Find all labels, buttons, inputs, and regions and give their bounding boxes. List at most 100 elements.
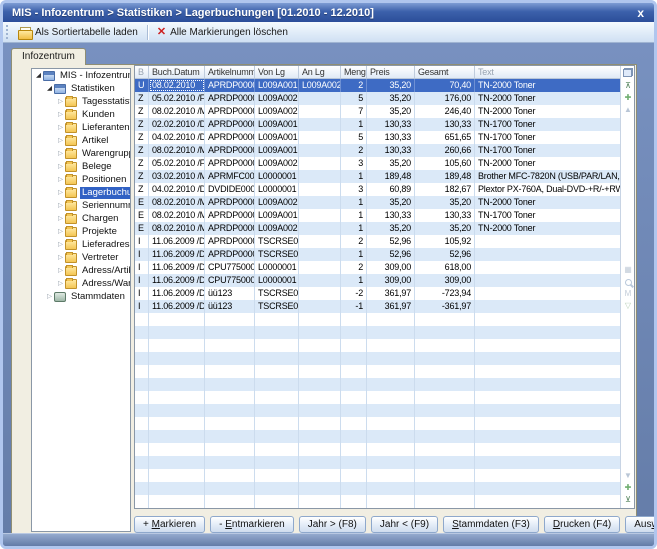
tree-item-adress-artikel[interactable]: ▷Adress/Artikel: [32, 264, 130, 277]
page-down-icon[interactable]: ▼: [621, 470, 635, 482]
empty-row[interactable]: [135, 417, 620, 430]
load-sort-table-button[interactable]: Als Sortiertabelle laden: [13, 24, 143, 41]
tree-item-adress-warengruppen[interactable]: ▷Adress/Warengruppen: [32, 277, 130, 290]
tree-item-belege[interactable]: ▷Belege: [32, 160, 130, 173]
tree-item-artikel[interactable]: ▷Artikel: [32, 134, 130, 147]
scroll-to-top-icon[interactable]: ⊼: [621, 80, 635, 92]
tree-item-positionen[interactable]: ▷Positionen: [32, 173, 130, 186]
entmarkieren-button[interactable]: - Entmarkieren: [210, 516, 294, 533]
empty-row[interactable]: [135, 443, 620, 456]
table-row[interactable]: Z04.02.2010 /DoDVDIDE00016L0000001360,89…: [135, 183, 620, 196]
table-row[interactable]: Z05.02.2010 /FrAPRDP00003L009A002335,201…: [135, 157, 620, 170]
jahr-zurueck-button[interactable]: Jahr < (F9): [371, 516, 438, 533]
table-row[interactable]: E08.02.2010 /MoAPRDP00003L009A002135,203…: [135, 222, 620, 235]
table-row[interactable]: I11.06.2009 /DoCPU77500007L00000011309,0…: [135, 274, 620, 287]
tree-item-chargen[interactable]: ▷Chargen: [32, 212, 130, 225]
empty-row[interactable]: [135, 313, 620, 326]
expand-icon[interactable]: ▷: [45, 290, 54, 303]
tree-item-lieferadressen[interactable]: ▷Lieferadressen: [32, 238, 130, 251]
column-header-menge[interactable]: Menge: [341, 66, 367, 78]
expand-icon[interactable]: ▷: [56, 173, 65, 186]
tree-item-statistiken[interactable]: ◢Statistiken: [32, 82, 130, 95]
scroll-to-bottom-icon[interactable]: ⊻: [621, 494, 635, 506]
empty-row[interactable]: [135, 469, 620, 482]
empty-row[interactable]: [135, 430, 620, 443]
table-row[interactable]: U08.02.2010APRDP00001L009A001L009A002235…: [135, 79, 620, 92]
empty-row[interactable]: [135, 391, 620, 404]
empty-row[interactable]: [135, 495, 620, 508]
empty-row[interactable]: [135, 456, 620, 469]
table-row[interactable]: Z02.02.2010 /DiAPRDP00002L009A0011130,33…: [135, 118, 620, 131]
table-row[interactable]: I11.06.2009 /Doüü123TSCRSE03-1361,97-361…: [135, 300, 620, 313]
table-row[interactable]: I11.06.2009 /DoAPRDP00004TSCRSE02252,961…: [135, 235, 620, 248]
column-header-an-lg[interactable]: An Lg: [299, 66, 341, 78]
table-row[interactable]: Z08.02.2010 /MoAPRDP00002L009A0012130,33…: [135, 144, 620, 157]
expand-icon[interactable]: ▷: [56, 199, 65, 212]
tree-item-vertreter[interactable]: ▷Vertreter: [32, 251, 130, 264]
auswertung-button[interactable]: Auswertung (Return): [625, 516, 657, 533]
expand-icon[interactable]: ▷: [56, 147, 65, 160]
empty-row[interactable]: [135, 339, 620, 352]
tree-item-mis-infozentrum[interactable]: ◢MIS - Infozentrum: [32, 69, 130, 82]
clear-marks-button[interactable]: ✕ Alle Markierungen löschen: [152, 24, 293, 41]
table-row[interactable]: Z03.02.2010 /MiAPRMFC00001L00000011189,4…: [135, 170, 620, 183]
table-row[interactable]: E08.02.2010 /MoAPRDP00001L009A002135,203…: [135, 196, 620, 209]
tab-infozentrum[interactable]: Infozentrum: [11, 48, 86, 65]
column-header-text[interactable]: Text: [475, 66, 620, 78]
empty-row[interactable]: [135, 326, 620, 339]
column-header-artikelnummer[interactable]: Artikelnummer: [205, 66, 255, 78]
close-icon[interactable]: x: [637, 7, 644, 19]
expand-icon[interactable]: ▷: [56, 251, 65, 264]
column-header-preis[interactable]: Preis: [367, 66, 415, 78]
tree-item-lieferanten[interactable]: ▷Lieferanten: [32, 121, 130, 134]
filter-icon[interactable]: ▽: [621, 300, 635, 312]
expand-icon[interactable]: ▷: [56, 160, 65, 173]
scroll-up-icon[interactable]: ✚: [621, 92, 635, 104]
column-header-von-lg[interactable]: Von Lg: [255, 66, 299, 78]
empty-row[interactable]: [135, 378, 620, 391]
empty-row[interactable]: [135, 352, 620, 365]
column-select-icon[interactable]: [623, 68, 633, 77]
expand-icon[interactable]: ▷: [56, 108, 65, 121]
collapse-icon[interactable]: ◢: [45, 82, 54, 95]
expand-icon[interactable]: ▷: [56, 264, 65, 277]
column-header-buch-datum[interactable]: Buch.Datum: [149, 66, 205, 78]
table-row[interactable]: Z04.02.2010 /DoAPRDP00002L009A0015130,33…: [135, 131, 620, 144]
jahr-vor-button[interactable]: Jahr > (F8): [299, 516, 366, 533]
tree-item-warengruppen[interactable]: ▷Warengruppen: [32, 147, 130, 160]
expand-icon[interactable]: ▷: [56, 186, 65, 199]
markieren-button[interactable]: + Markieren: [134, 516, 205, 533]
table-row[interactable]: I11.06.2009 /DoAPRDP00004TSCRSE02152,965…: [135, 248, 620, 261]
tree-item-seriennummern[interactable]: ▷Seriennummern: [32, 199, 130, 212]
column-header-b[interactable]: B: [135, 66, 149, 78]
tree-item-kunden[interactable]: ▷Kunden: [32, 108, 130, 121]
tree-item-tagesstatistik[interactable]: ▷Tagesstatistik: [32, 95, 130, 108]
table-row[interactable]: I11.06.2009 /Doüü123TSCRSE03-2361,97-723…: [135, 287, 620, 300]
expand-icon[interactable]: ▷: [56, 277, 65, 290]
expand-icon[interactable]: ▷: [56, 212, 65, 225]
table-row[interactable]: I11.06.2009 /DoCPU77500007L00000012309,0…: [135, 261, 620, 274]
columns-icon[interactable]: ▦: [621, 264, 635, 276]
mark-icon[interactable]: M: [621, 288, 635, 300]
tree-item-lagerbuchungen[interactable]: ▷Lagerbuchungen: [32, 186, 130, 199]
table-row[interactable]: Z05.02.2010 /FrAPRDP00001L009A002535,201…: [135, 92, 620, 105]
stammdaten-button[interactable]: Stammdaten (F3): [443, 516, 539, 533]
empty-row[interactable]: [135, 404, 620, 417]
search-icon[interactable]: [621, 276, 635, 288]
toolbar-grip[interactable]: [6, 25, 9, 39]
empty-row[interactable]: [135, 482, 620, 495]
table-row[interactable]: E08.02.2010 /MoAPRDP00002L009A0011130,33…: [135, 209, 620, 222]
expand-icon[interactable]: ▷: [56, 134, 65, 147]
empty-row[interactable]: [135, 365, 620, 378]
expand-icon[interactable]: ▷: [56, 95, 65, 108]
tree-item-stammdaten[interactable]: ▷Stammdaten: [32, 290, 130, 303]
collapse-icon[interactable]: ◢: [34, 69, 43, 82]
expand-icon[interactable]: ▷: [56, 225, 65, 238]
page-up-icon[interactable]: ▲: [621, 104, 635, 116]
table-row[interactable]: Z08.02.2010 /MoAPRDP00001L009A002735,202…: [135, 105, 620, 118]
expand-icon[interactable]: ▷: [56, 121, 65, 134]
column-header-gesamt[interactable]: Gesamt: [415, 66, 475, 78]
expand-icon[interactable]: ▷: [56, 238, 65, 251]
scroll-down-icon[interactable]: ✚: [621, 482, 635, 494]
tree-item-projekte[interactable]: ▷Projekte: [32, 225, 130, 238]
